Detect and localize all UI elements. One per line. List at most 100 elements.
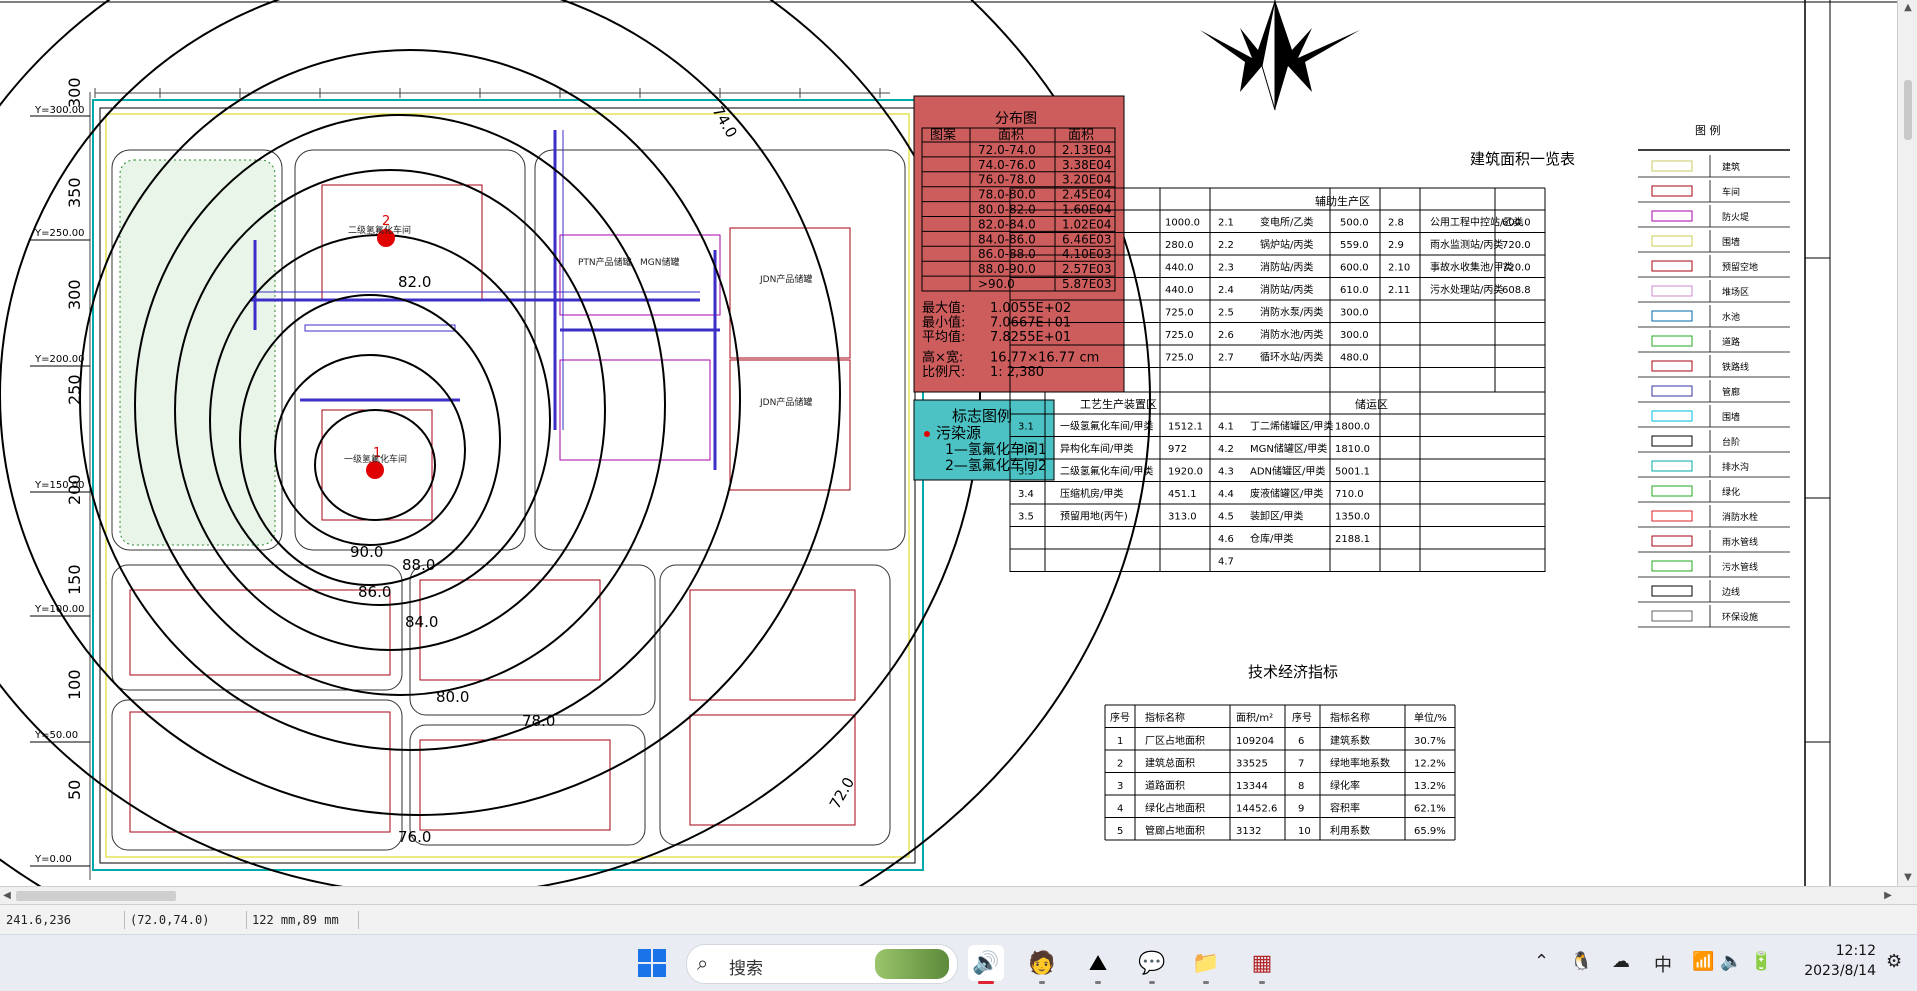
btable-cell: 2.10 — [1388, 263, 1410, 274]
tech-index-table: 技术经济指标 序号 指标名称 面积/m² 序号 指标名称 单位/% 1 厂区占地面积 10920… — [1104, 663, 1456, 841]
running-indicator — [1149, 981, 1155, 984]
running-indicator — [1259, 981, 1265, 984]
btable-cell: 280.0 — [1165, 240, 1194, 251]
label-ptn: PTN产品储罐 — [578, 256, 632, 268]
taskbar-app-archive[interactable]: ▦ — [1244, 945, 1280, 981]
taskbar-search[interactable]: ⌕ 搜索 — [686, 944, 958, 984]
btable-cell: 废液储罐区/甲类 — [1250, 487, 1323, 500]
legend-swatch — [1651, 560, 1693, 572]
cloud-icon[interactable]: ☁ — [1612, 951, 1630, 972]
btable-cell: 2.9 — [1388, 240, 1404, 251]
taskbar-app-1[interactable]: 🧑 — [1024, 945, 1060, 981]
system-clock[interactable]: 12:12 2023/8/14 — [1786, 941, 1876, 981]
legend-item-label: 雨水管线 — [1722, 536, 1758, 548]
btable-cell: 559.0 — [1340, 240, 1369, 251]
running-indicator — [1095, 981, 1101, 984]
notification-icon[interactable]: ⚙ — [1886, 951, 1902, 972]
legend-item-label: 边线 — [1722, 586, 1740, 598]
symbol-legend-title: 图 例 — [1695, 123, 1721, 137]
tech-cell: 65.9% — [1414, 826, 1446, 837]
site-blocks — [111, 149, 906, 851]
contour-map[interactable]: Y=300.00 Y=250.00 Y=200.00 Y=150.00 Y=10… — [0, 0, 1897, 886]
tech-header: 指标名称 — [1145, 711, 1185, 724]
scale-label-300a: 300 — [65, 77, 84, 108]
btable-cell: 2.3 — [1218, 263, 1234, 274]
symbol-legend: 图 例 建筑车间防火堤围墙预留空地堆场区水池道路铁路线管廊围墙台阶排水沟绿化消防… — [1638, 123, 1790, 628]
btable-cell: 4.5 — [1218, 512, 1234, 523]
label-jdn1: JDN产品储罐 — [759, 273, 812, 285]
section-process: 工艺生产装置区 — [1080, 397, 1157, 411]
taskbar-app-wechat[interactable]: 💬 — [1134, 945, 1170, 981]
btable-cell: 3.1 — [1018, 422, 1034, 433]
tech-cell: 12.2% — [1414, 759, 1446, 770]
btable-cell: 变电所/乙类 — [1260, 216, 1313, 229]
distribution-title: 分布图 — [995, 111, 1037, 127]
dist-range: 76.0-78.0 — [978, 173, 1036, 187]
dist-stat-label: 最大值: — [922, 300, 965, 316]
tech-cell: 绿地率地系数 — [1330, 757, 1390, 770]
legend-swatch — [1651, 410, 1693, 422]
btable-cell: 4.6 — [1218, 534, 1234, 545]
start-button[interactable] — [634, 945, 670, 981]
qq-icon[interactable]: 🐧 — [1570, 951, 1592, 972]
btable-cell: 608.8 — [1502, 285, 1531, 296]
dist-area: 1.02E04 — [1062, 217, 1112, 231]
speaker-app-icon: 🔊 — [972, 950, 1000, 976]
dist-range: 78.0-80.0 — [978, 188, 1036, 202]
btable-cell: 440.0 — [1165, 285, 1194, 296]
legend-item-label: 道路 — [1722, 336, 1740, 348]
legend-item-label: 绿化 — [1722, 486, 1740, 498]
dist-range: 74.0-76.0 — [978, 158, 1036, 172]
clock-date: 2023/8/14 — [1804, 963, 1876, 979]
btable-cell: 2.5 — [1218, 308, 1234, 319]
volume-icon[interactable]: 🔈 — [1720, 951, 1742, 972]
scroll-up-icon[interactable]: ▲ — [1898, 0, 1917, 16]
taskbar-app-2[interactable]: ⛰ — [1080, 945, 1116, 981]
btable-cell: 725.0 — [1165, 353, 1194, 364]
search-placeholder: 搜索 — [729, 959, 763, 979]
scroll-right-icon[interactable]: ▶ — [1881, 887, 1895, 905]
contour-label-84: 84.0 — [405, 613, 438, 631]
legend-swatch — [1651, 510, 1693, 522]
legend-swatch — [1651, 610, 1693, 622]
btable-cell: 725.0 — [1165, 330, 1194, 341]
dist-stat-label: 比例尺: — [922, 365, 965, 380]
horizontal-scroll-thumb[interactable] — [16, 891, 176, 901]
tech-header: 面积/m² — [1236, 712, 1273, 724]
scroll-left-icon[interactable]: ◀ — [0, 887, 14, 905]
btable-cell: 500.0 — [1340, 218, 1369, 229]
btable-cell: 600.0 — [1340, 263, 1369, 274]
dist-range: 84.0-86.0 — [978, 232, 1036, 246]
legend-swatch — [1651, 210, 1693, 222]
wifi-icon[interactable]: 📶 — [1692, 951, 1714, 972]
ime-indicator[interactable]: 中 — [1654, 951, 1672, 977]
vertical-scroll-thumb[interactable] — [1904, 80, 1912, 140]
tray-chevron-icon[interactable]: ⌃ — [1534, 951, 1549, 972]
tech-cell: 利用系数 — [1330, 824, 1370, 837]
legend-item-label: 排水沟 — [1722, 461, 1749, 473]
btable-cell: 一级氢氟化车间/甲类 — [1060, 420, 1153, 433]
btable-cell: 二级氢氟化车间/甲类 — [1060, 465, 1153, 478]
tech-cell: 1 — [1117, 736, 1123, 747]
taskbar-app-audio[interactable]: 🔊 — [968, 945, 1004, 981]
legend-swatch — [1651, 460, 1693, 472]
battery-icon[interactable]: 🔋 — [1750, 951, 1772, 972]
horizontal-scrollbar[interactable]: ◀ ▶ — [0, 886, 1917, 905]
btable-cell: 480.0 — [1340, 353, 1369, 364]
contour-label-76: 76.0 — [398, 828, 431, 846]
dist-header-area: 面积 — [1068, 128, 1094, 143]
y-label-0: Y=0.00 — [34, 854, 72, 865]
btable-cell: 3.3 — [1018, 467, 1034, 478]
tech-cell: 33525 — [1236, 759, 1268, 770]
legend-item-label: 台阶 — [1722, 436, 1740, 448]
distribution-panel[interactable]: 分布图 图案 面积 面积 72.0-74.0 2.13E04 74.0-76.0 3.… — [913, 95, 1125, 393]
vertical-scrollbar[interactable]: ▲ ▼ — [1897, 0, 1917, 886]
cad-drawing-area[interactable]: Y=300.00 Y=250.00 Y=200.00 Y=150.00 Y=10… — [0, 0, 1897, 886]
tech-cell: 容积率 — [1330, 802, 1360, 815]
scale-label-200: 200 — [65, 474, 84, 505]
tech-cell: 10 — [1298, 826, 1311, 837]
dist-range: 82.0-84.0 — [978, 217, 1036, 231]
scroll-down-icon[interactable]: ▼ — [1898, 870, 1917, 886]
label-bldg-b: 二级氢氟化车间 — [348, 224, 411, 236]
taskbar-app-explorer[interactable]: 📁 — [1188, 945, 1224, 981]
